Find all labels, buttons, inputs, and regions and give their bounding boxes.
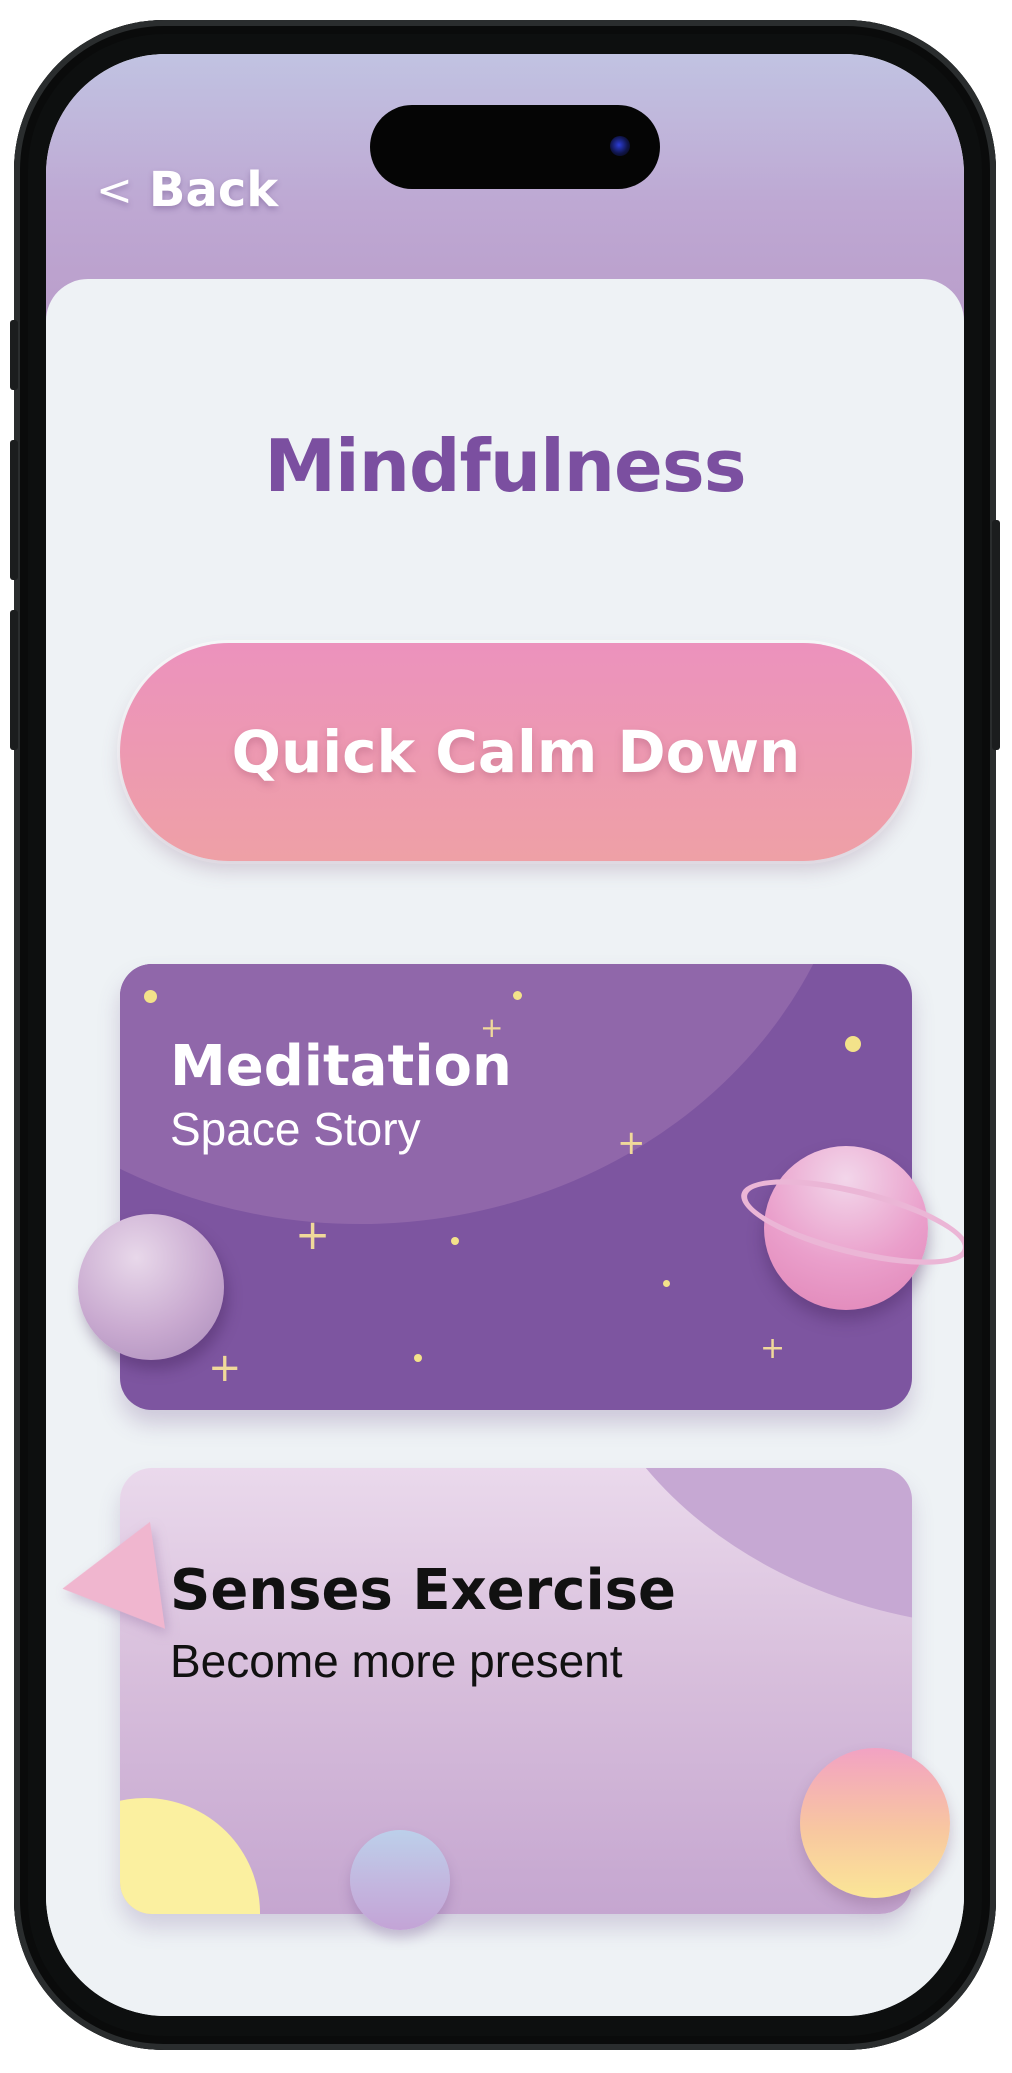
sparkle-icon: + bbox=[617, 1123, 646, 1163]
phone-frame: < Back Mindfulness Quick Calm Down + + +… bbox=[10, 20, 1000, 2050]
gradient-ball-icon bbox=[800, 1748, 950, 1898]
senses-title: Senses Exercise bbox=[170, 1558, 676, 1623]
meditation-title: Meditation bbox=[170, 1034, 512, 1099]
camera-icon bbox=[610, 136, 630, 156]
star-dot-icon bbox=[663, 1280, 670, 1287]
sparkle-icon: + bbox=[295, 1210, 331, 1259]
star-dot-icon bbox=[144, 990, 157, 1003]
meditation-subtitle: Space Story bbox=[170, 1103, 421, 1155]
page-title: Mindfulness bbox=[264, 424, 746, 508]
senses-subtitle: Become more present bbox=[170, 1635, 623, 1687]
meditation-card[interactable]: + + + + + Meditation Space Story bbox=[78, 964, 964, 1410]
sparkle-icon: + bbox=[760, 1331, 786, 1366]
blue-ball-icon bbox=[350, 1830, 450, 1930]
planet-icon bbox=[78, 1214, 224, 1360]
action-button bbox=[10, 320, 18, 390]
star-dot-icon bbox=[513, 991, 522, 1000]
chevron-left-icon: < bbox=[96, 164, 133, 216]
star-dot-icon bbox=[845, 1036, 861, 1052]
dynamic-island bbox=[370, 105, 660, 189]
volume-up-button bbox=[10, 440, 18, 580]
back-label: Back bbox=[148, 162, 279, 218]
sparkle-icon: + bbox=[208, 1345, 242, 1391]
quick-calm-down-label: Quick Calm Down bbox=[231, 718, 801, 786]
yellow-circle-decoration bbox=[120, 1798, 260, 1914]
screen: < Back Mindfulness Quick Calm Down + + +… bbox=[46, 54, 964, 2016]
power-button bbox=[992, 520, 1000, 750]
star-dot-icon bbox=[414, 1354, 422, 1362]
volume-down-button bbox=[10, 610, 18, 750]
senses-exercise-card[interactable]: Senses Exercise Become more present bbox=[54, 1468, 950, 1930]
triangle-icon bbox=[54, 1521, 166, 1643]
senses-card-background bbox=[120, 1468, 912, 1914]
star-dot-icon bbox=[451, 1237, 459, 1245]
back-button[interactable]: < Back bbox=[96, 162, 278, 218]
quick-calm-down-button[interactable]: Quick Calm Down bbox=[120, 643, 912, 861]
